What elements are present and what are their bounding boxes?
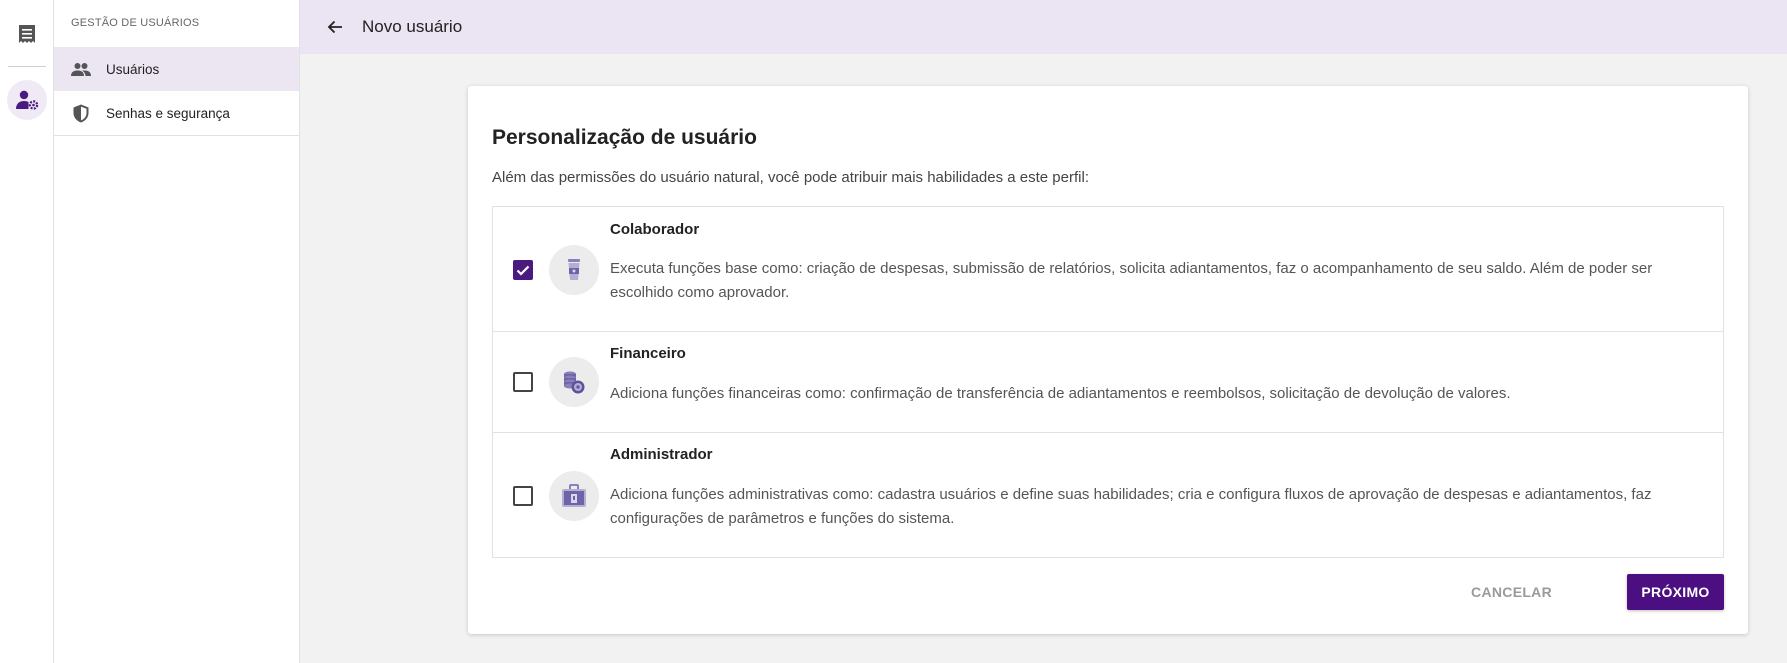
arrow-left-icon — [327, 20, 342, 34]
next-button[interactable]: PRÓXIMO — [1627, 574, 1724, 610]
sidebar-item-users[interactable]: Usuários — [54, 47, 299, 91]
role-title: Colaborador — [610, 221, 700, 238]
financeiro-checkbox[interactable] — [513, 372, 533, 392]
user-customization-card: Personalização de usuário Além das permi… — [468, 86, 1748, 634]
sidebar-section-title: GESTÃO DE USUÁRIOS — [71, 17, 200, 29]
role-avatar — [549, 357, 599, 407]
sidebar: GESTÃO DE USUÁRIOS Usuários Senhas e seg… — [54, 0, 300, 663]
coffee-cup-icon — [568, 259, 580, 280]
check-icon — [516, 265, 530, 276]
administrador-checkbox[interactable] — [513, 486, 533, 506]
back-button[interactable] — [320, 12, 350, 42]
role-avatar — [549, 471, 599, 521]
role-options-list: Colaborador Executa funções base como: c… — [492, 206, 1724, 558]
sidebar-item-passwords-security[interactable]: Senhas e segurança — [54, 91, 299, 135]
rail-divider — [8, 66, 46, 67]
sidebar-item-label: Usuários — [106, 61, 160, 77]
icon-rail — [0, 0, 54, 663]
role-description: Adiciona funções financeiras como: confi… — [610, 385, 1511, 402]
role-avatar — [549, 245, 599, 295]
role-option-financeiro: Financeiro Adiciona funções financeiras … — [493, 332, 1723, 433]
role-description: Executa funções base como: criação de de… — [610, 260, 1653, 301]
role-option-colaborador: Colaborador Executa funções base como: c… — [493, 207, 1723, 332]
card-title: Personalização de usuário — [492, 126, 757, 149]
coins-icon — [564, 371, 585, 394]
colaborador-checkbox[interactable] — [513, 260, 533, 280]
user-settings-icon — [16, 90, 39, 110]
card-subtitle: Além das permissões do usuário natural, … — [492, 169, 1089, 186]
people-icon — [70, 58, 92, 80]
rail-user-management-button[interactable] — [7, 80, 47, 120]
sidebar-item-label: Senhas e segurança — [106, 105, 230, 121]
role-option-administrador: Administrador Adiciona funções administr… — [493, 433, 1723, 557]
role-title: Financeiro — [610, 345, 686, 362]
role-description: Adiciona funções administrativas como: c… — [610, 486, 1652, 527]
top-bar: Novo usuário — [300, 0, 1787, 54]
cancel-button[interactable]: CANCELAR — [1465, 574, 1558, 610]
shield-icon — [70, 102, 92, 124]
rail-documents-button[interactable] — [7, 14, 47, 54]
page-title: Novo usuário — [362, 17, 463, 36]
role-title: Administrador — [610, 446, 713, 463]
document-list-icon — [19, 25, 35, 43]
sidebar-divider — [54, 135, 299, 136]
briefcase-icon — [562, 484, 586, 507]
